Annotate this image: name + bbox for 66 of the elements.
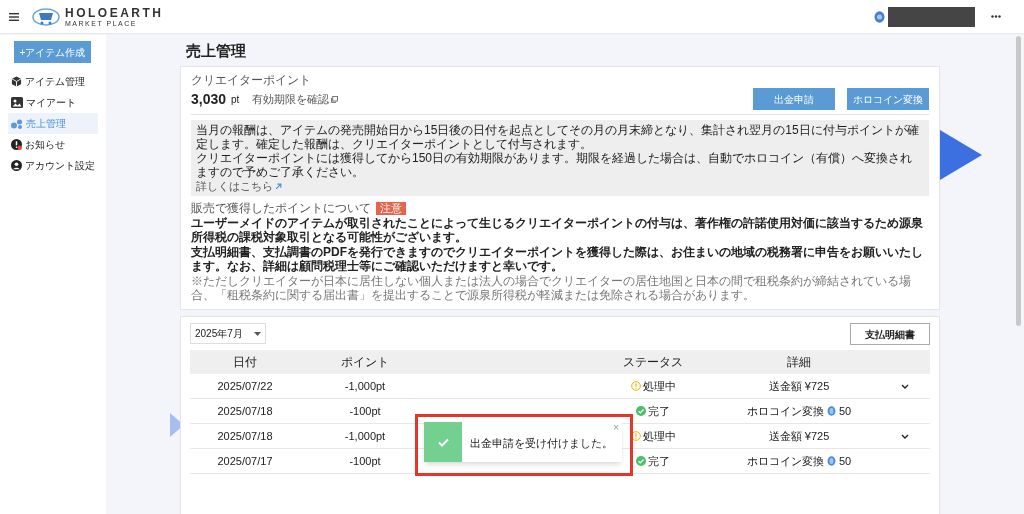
- coin-amount: 50: [838, 403, 852, 419]
- table-cell-text: -1,000pt: [344, 378, 386, 394]
- notice-title: 販売で獲得したポイントについて: [191, 201, 371, 215]
- check-icon: [437, 437, 449, 447]
- check-icon: [636, 456, 646, 466]
- alert-icon: [11, 139, 22, 150]
- status-text: 完了: [648, 453, 670, 469]
- logo-text: HOLOEARTH: [65, 6, 164, 19]
- status-text: 完了: [648, 403, 670, 419]
- sidebar-item[interactable]: お知らせ: [8, 134, 98, 155]
- picture-frame-icon: [11, 97, 23, 108]
- coin-icon: [826, 406, 836, 416]
- page-title: 売上管理: [186, 42, 246, 60]
- copy-icon: [331, 95, 339, 103]
- points-label: クリエイターポイント: [191, 73, 312, 87]
- coin-amount: 50: [838, 453, 852, 469]
- info-text: クリエイターポイントには獲得してから150日の有効期限があります。期限を経過した場合は、自動でホロコイン（有償）へ変換されますので予めご了承ください。: [196, 151, 914, 179]
- table-cell-text: 2025/07/18: [217, 403, 273, 419]
- notice-badge: 注意: [376, 201, 406, 215]
- column-header: 日付: [233, 354, 257, 371]
- arrow-icon: [275, 183, 282, 190]
- scrollbar[interactable]: [1016, 36, 1021, 326]
- points-unit: pt: [231, 92, 240, 107]
- table-cell-text: 2025/07/17: [217, 453, 273, 469]
- cube-icon: [11, 76, 22, 87]
- detail-text: ホロコイン変換: [746, 403, 824, 419]
- month-dropdown[interactable]: 2025年7月: [190, 323, 266, 344]
- cart-logo-icon[interactable]: [31, 6, 61, 27]
- sidebar-item[interactable]: アイテム管理: [8, 71, 98, 92]
- warning-icon: [630, 431, 641, 441]
- sidebar-item[interactable]: マイアート: [8, 92, 98, 113]
- info-text: 当月の報酬は、アイテムの発売開始日から15日後の日付を起点としてその月の月末締となり、集計され翌月の15日に付与ポイントが確定します。確定した報酬は、クリエイターポイントとして付与されます。: [196, 123, 920, 151]
- coins-icon: [11, 118, 23, 129]
- table-cell-text: -1,000pt: [344, 428, 386, 444]
- sidebar-item[interactable]: アカウント設定: [8, 155, 98, 176]
- caret-icon: [254, 331, 261, 336]
- column-header: ポイント: [341, 354, 389, 371]
- notice-text: ユーザーメイドのアイテムが取引されたことによって生じるクリエイターポイントの付与は、著作権の許諾使用対価に該当するため源泉所得税の課税対象取引となる可能性がございます。: [191, 216, 924, 244]
- user-icon: [11, 160, 22, 171]
- column-header: 詳細: [787, 354, 811, 371]
- warning-icon: [630, 381, 641, 391]
- avatar-icon[interactable]: [874, 10, 885, 23]
- more-link[interactable]: 詳しくはこちら: [196, 180, 282, 193]
- triangle-decoration: [940, 130, 982, 180]
- statement-button[interactable]: 支払明細書: [850, 323, 930, 345]
- expiry-link[interactable]: 有効期限を確認: [252, 90, 339, 108]
- more-icon[interactable]: [991, 15, 1001, 18]
- status-text: 処理中: [642, 428, 676, 444]
- detail-text: 送金額 ¥725: [768, 378, 830, 394]
- table-cell-text: -100pt: [349, 403, 381, 419]
- menu-icon[interactable]: [9, 12, 19, 21]
- chevron-down-icon[interactable]: [901, 383, 909, 389]
- table-cell-text: 2025/07/22: [217, 378, 273, 394]
- notice-text: 支払明細書、支払調書のPDFを発行できますのでクリエイターポイントを獲得した際は、お住まいの地域の税務署に申告をお願いいたします。なお、詳細は顧問税理士等にご確認いただけますと幸いです。: [191, 245, 924, 273]
- status-text: 処理中: [642, 378, 676, 394]
- coin-icon: [826, 456, 836, 466]
- table-cell-text: -100pt: [349, 453, 381, 469]
- toast-message: 出金申請を受け付けました。: [470, 436, 613, 452]
- footnote-text: ※ただしクリエイターが日本に居住しない個人または法人の場合でクリエイターの居住地国と日本の間で租税条約が締結されている場合、「租税条約に関する届出書」を提出することで源泉所得税が軽減または免除される場合があります。: [191, 274, 912, 302]
- detail-text: 送金額 ¥725: [768, 428, 830, 444]
- column-header: ステータス: [623, 354, 683, 371]
- detail-text: ホロコイン変換: [746, 453, 824, 469]
- check-icon: [636, 406, 646, 416]
- chevron-down-icon[interactable]: [901, 433, 909, 439]
- points-amount: 3,030: [191, 89, 227, 109]
- table-cell-text: 2025/07/18: [217, 428, 273, 444]
